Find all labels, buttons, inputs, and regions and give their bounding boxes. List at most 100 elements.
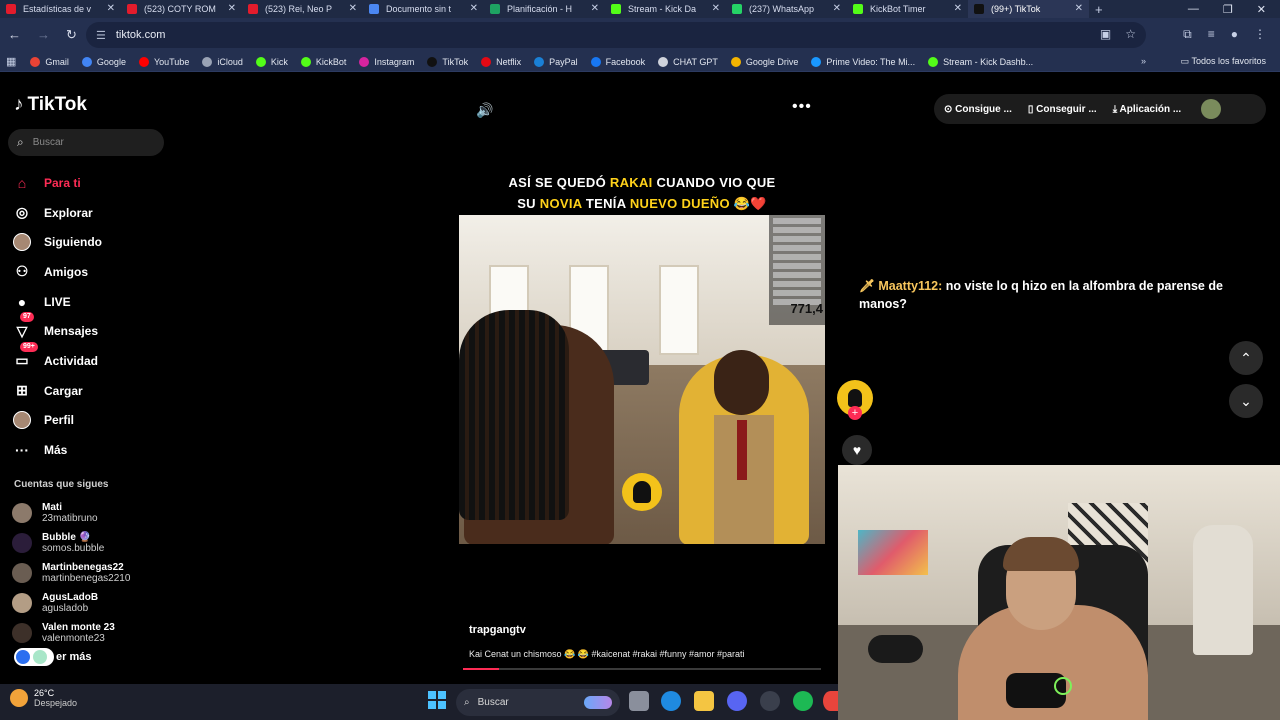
video-player[interactable]: 771,4	[459, 215, 825, 544]
sidebar-item-live[interactable]: ● LIVE	[12, 287, 172, 317]
following-account[interactable]: Bubble 🔮 somos.bubble	[12, 528, 172, 558]
restore-icon[interactable]: ❐	[1223, 3, 1233, 16]
all-bookmarks-button[interactable]: ▭ Todos los favoritos	[1181, 56, 1266, 67]
bookmark-item[interactable]: PayPal	[534, 56, 578, 67]
browser-tab[interactable]: Documento sin t ✕	[363, 0, 484, 18]
sidebar-item-siguiendo[interactable]: Siguiendo	[12, 227, 172, 257]
more-icon: ···	[15, 442, 29, 459]
tab-close-icon[interactable]: ✕	[954, 3, 962, 14]
video-progress-bar[interactable]	[463, 668, 821, 670]
bookmark-item[interactable]: Facebook	[590, 56, 645, 67]
reload-icon[interactable]: ↻	[66, 27, 77, 43]
browser-tab[interactable]: (99+) TikTok ✕	[968, 0, 1089, 18]
bookmark-item[interactable]: Stream - Kick Dashb...	[928, 56, 1033, 67]
tab-close-icon[interactable]: ✕	[107, 3, 115, 14]
browser-tab[interactable]: (523) COTY ROM ✕	[121, 0, 242, 18]
taskbar-search[interactable]: ⌕ Buscar	[456, 689, 620, 716]
bookmarks-overflow-icon[interactable]: »	[1141, 56, 1146, 66]
sidebar-item-ms[interactable]: ··· Más	[12, 435, 172, 465]
browser-tab[interactable]: (523) Rei, Neo P ✕	[242, 0, 363, 18]
bookmark-item[interactable]: Google	[81, 56, 126, 67]
minimize-icon[interactable]: —	[1188, 3, 1199, 15]
following-account[interactable]: AgusLadoB agusladob	[12, 588, 172, 618]
file-explorer-icon[interactable]	[694, 691, 714, 711]
author-avatar[interactable]: +	[837, 380, 873, 420]
weather-widget[interactable]: 26°C Despejado	[10, 688, 77, 708]
tab-close-icon[interactable]: ✕	[349, 3, 357, 14]
following-account[interactable]: Mati 23matibruno	[12, 498, 172, 528]
more-options-icon[interactable]: •••	[792, 98, 812, 116]
tab-close-icon[interactable]: ✕	[591, 3, 599, 14]
windows-start-icon[interactable]	[428, 691, 446, 709]
browser-tab[interactable]: (237) WhatsApp ✕	[726, 0, 847, 18]
bookmark-item[interactable]: YouTube	[138, 56, 189, 67]
browser-tab[interactable]: KickBot Timer ✕	[847, 0, 968, 18]
get-app-label: Conseguir ...	[1036, 103, 1097, 115]
bookmark-favicon-icon	[202, 56, 213, 67]
profile-icon[interactable]: ●	[1231, 27, 1238, 42]
site-info-icon[interactable]: ☰	[96, 29, 106, 42]
chrome-icon[interactable]	[823, 691, 838, 711]
video-author[interactable]: trapgangtv	[469, 624, 745, 636]
sidebar-item-amigos[interactable]: ⚇ Amigos	[12, 257, 172, 287]
next-video-chevron-down-icon[interactable]: ⌄	[1229, 384, 1263, 418]
sidebar-item-cargar[interactable]: ⊞ Cargar	[12, 376, 172, 406]
bookmark-label: Kick	[270, 56, 288, 67]
avatar	[12, 503, 32, 523]
forward-icon[interactable]: →	[37, 27, 50, 43]
bookmark-favicon-icon	[427, 56, 438, 67]
menu-kebab-icon[interactable]: ⋮	[1254, 27, 1266, 42]
apps-grid-icon[interactable]: ▦	[6, 55, 16, 68]
discord-icon[interactable]	[727, 691, 747, 711]
tab-close-icon[interactable]: ✕	[833, 3, 841, 14]
install-app-icon[interactable]: ▣	[1100, 27, 1111, 41]
follow-plus-icon[interactable]: +	[848, 406, 862, 420]
following-account[interactable]: Martinbenegas22 martinbenegas2210	[12, 558, 172, 588]
obs-icon[interactable]	[760, 691, 780, 711]
previous-video-chevron-up-icon[interactable]: ⌃	[1229, 341, 1263, 375]
sidebar-item-explorar[interactable]: ◎ Explorar	[12, 198, 172, 228]
sidebar-item-parati[interactable]: ⌂ Para ti	[12, 168, 172, 198]
sidebar-item-mensajes[interactable]: ▽ Mensajes 97	[12, 312, 172, 346]
new-tab-icon[interactable]: +	[1095, 2, 1103, 17]
get-coins-button[interactable]: ⊙ Consigue ...	[944, 104, 1012, 115]
bookmark-item[interactable]: Gmail	[30, 56, 69, 67]
bookmark-item[interactable]: KickBot	[300, 56, 346, 67]
browser-tab[interactable]: Stream - Kick Da ✕	[605, 0, 726, 18]
bookmark-item[interactable]: TikTok	[427, 56, 468, 67]
overlay-toggle[interactable]	[14, 648, 54, 666]
url-bar[interactable]: ☰ tiktok.com ▣ ☆	[86, 22, 1146, 48]
bookmark-item[interactable]: Kick	[255, 56, 288, 67]
tab-close-icon[interactable]: ✕	[228, 3, 236, 14]
browser-tab[interactable]: Estadísticas de v ✕	[0, 0, 121, 18]
media-icon[interactable]: ≡	[1208, 27, 1215, 42]
bookmark-item[interactable]: iCloud	[202, 56, 243, 67]
back-icon[interactable]: ←	[8, 27, 21, 43]
tab-close-icon[interactable]: ✕	[712, 3, 720, 14]
bookmark-item[interactable]: CHAT GPT	[658, 56, 718, 67]
sidebar-item-actividad[interactable]: ▭ Actividad 99+	[12, 342, 172, 376]
edge-icon[interactable]	[661, 691, 681, 711]
task-view-icon[interactable]	[629, 691, 649, 711]
bookmark-item[interactable]: Prime Video: The Mi...	[811, 56, 915, 67]
bookmark-item[interactable]: Google Drive	[730, 56, 798, 67]
following-account[interactable]: Valen monte 23 valenmonte23	[12, 618, 172, 648]
extensions-icon[interactable]: ⧉	[1183, 27, 1192, 42]
like-heart-icon[interactable]: ♥	[842, 435, 872, 465]
bookmark-item[interactable]: Instagram	[359, 56, 414, 67]
see-more-button[interactable]: er más	[14, 648, 91, 666]
user-avatar[interactable]	[1201, 99, 1222, 119]
tab-close-icon[interactable]: ✕	[470, 3, 478, 14]
tab-close-icon[interactable]: ✕	[1075, 3, 1083, 14]
browser-tab[interactable]: Planificación - H ✕	[484, 0, 605, 18]
bookmark-star-icon[interactable]: ☆	[1125, 27, 1136, 41]
volume-icon[interactable]: 🔊	[476, 102, 493, 119]
get-app-button[interactable]: ▯ Conseguir ...	[1028, 104, 1097, 115]
sidebar-item-perfil[interactable]: Perfil	[12, 406, 172, 436]
bookmark-item[interactable]: Netflix	[481, 56, 521, 67]
desktop-app-button[interactable]: ⤓ Aplicación ...	[1113, 104, 1182, 115]
avatar	[12, 623, 32, 643]
caption-emoji: 😂❤️	[729, 196, 767, 211]
close-window-icon[interactable]: ✕	[1257, 3, 1266, 16]
spotify-icon[interactable]	[793, 691, 813, 711]
